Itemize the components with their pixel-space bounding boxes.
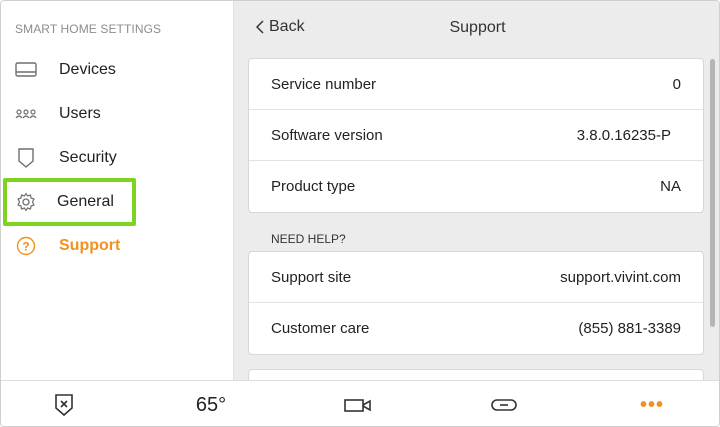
page-title: Support: [449, 19, 506, 36]
gear-icon: [7, 192, 45, 212]
row-value: NA: [660, 178, 681, 195]
help-circle-icon: ?: [5, 236, 47, 256]
svg-text:?: ?: [22, 240, 29, 254]
garage-button[interactable]: [479, 381, 529, 426]
device-info-card: Service number 0 Software version 3.8.0.…: [248, 58, 704, 213]
panel-header: Back Support: [234, 1, 719, 55]
shield-x-icon: [55, 394, 73, 417]
row-value: support.vivint.com: [560, 268, 681, 286]
help-row-customer-care[interactable]: Customer care (855) 881-3389: [249, 303, 703, 354]
devices-icon: [5, 62, 47, 78]
sidebar-item-label: General: [57, 193, 114, 210]
camera-button[interactable]: [333, 381, 383, 426]
sidebar-item-users[interactable]: Users: [5, 93, 135, 135]
users-icon: [5, 108, 47, 120]
info-row-service-number: Service number 0: [249, 59, 703, 110]
sidebar-item-security[interactable]: Security: [5, 137, 135, 179]
row-value: 3.8.0.16235-P: [576, 126, 671, 144]
row-label: Product type: [271, 178, 356, 195]
sidebar-item-devices[interactable]: Devices: [5, 49, 135, 91]
row-label: Support site: [271, 268, 352, 286]
need-help-heading: NEED HELP?: [271, 232, 346, 246]
row-label: Service number: [271, 75, 377, 93]
help-card: Support site support.vivint.com Customer…: [248, 251, 704, 355]
camera-icon: [344, 399, 371, 412]
info-row-software-version: Software version 3.8.0.16235-P: [249, 110, 703, 161]
sidebar-item-label: Devices: [59, 61, 116, 78]
settings-sidebar: SMART HOME SETTINGS Devices Users Securi…: [1, 1, 234, 380]
sidebar-item-general[interactable]: General: [3, 178, 136, 226]
more-button[interactable]: •••: [627, 381, 677, 426]
sidebar-item-support[interactable]: ? Support: [5, 225, 135, 267]
sidebar-item-label: Security: [59, 149, 117, 166]
thermostat-button[interactable]: 65°: [181, 381, 241, 426]
sidebar-item-label: Users: [59, 105, 101, 122]
scrollbar[interactable]: [710, 59, 715, 327]
row-label: Software version: [271, 126, 383, 144]
support-panel: Back Support Service number 0 Software v…: [234, 1, 719, 389]
sidebar-item-label: Support: [59, 237, 121, 254]
app-window: SMART HOME SETTINGS Devices Users Securi…: [0, 0, 720, 427]
row-value: (855) 881-3389: [578, 320, 681, 337]
row-value: 0: [672, 75, 681, 93]
row-label: Customer care: [271, 320, 370, 337]
remote-icon: [491, 399, 517, 411]
sidebar-heading: SMART HOME SETTINGS: [15, 22, 162, 36]
info-row-product-type: Product type NA: [249, 161, 703, 212]
security-status-button[interactable]: [39, 381, 89, 426]
help-row-support-site[interactable]: Support site support.vivint.com: [249, 252, 703, 303]
bottom-nav-bar: 65° •••: [1, 380, 719, 426]
shield-icon: [5, 148, 47, 168]
